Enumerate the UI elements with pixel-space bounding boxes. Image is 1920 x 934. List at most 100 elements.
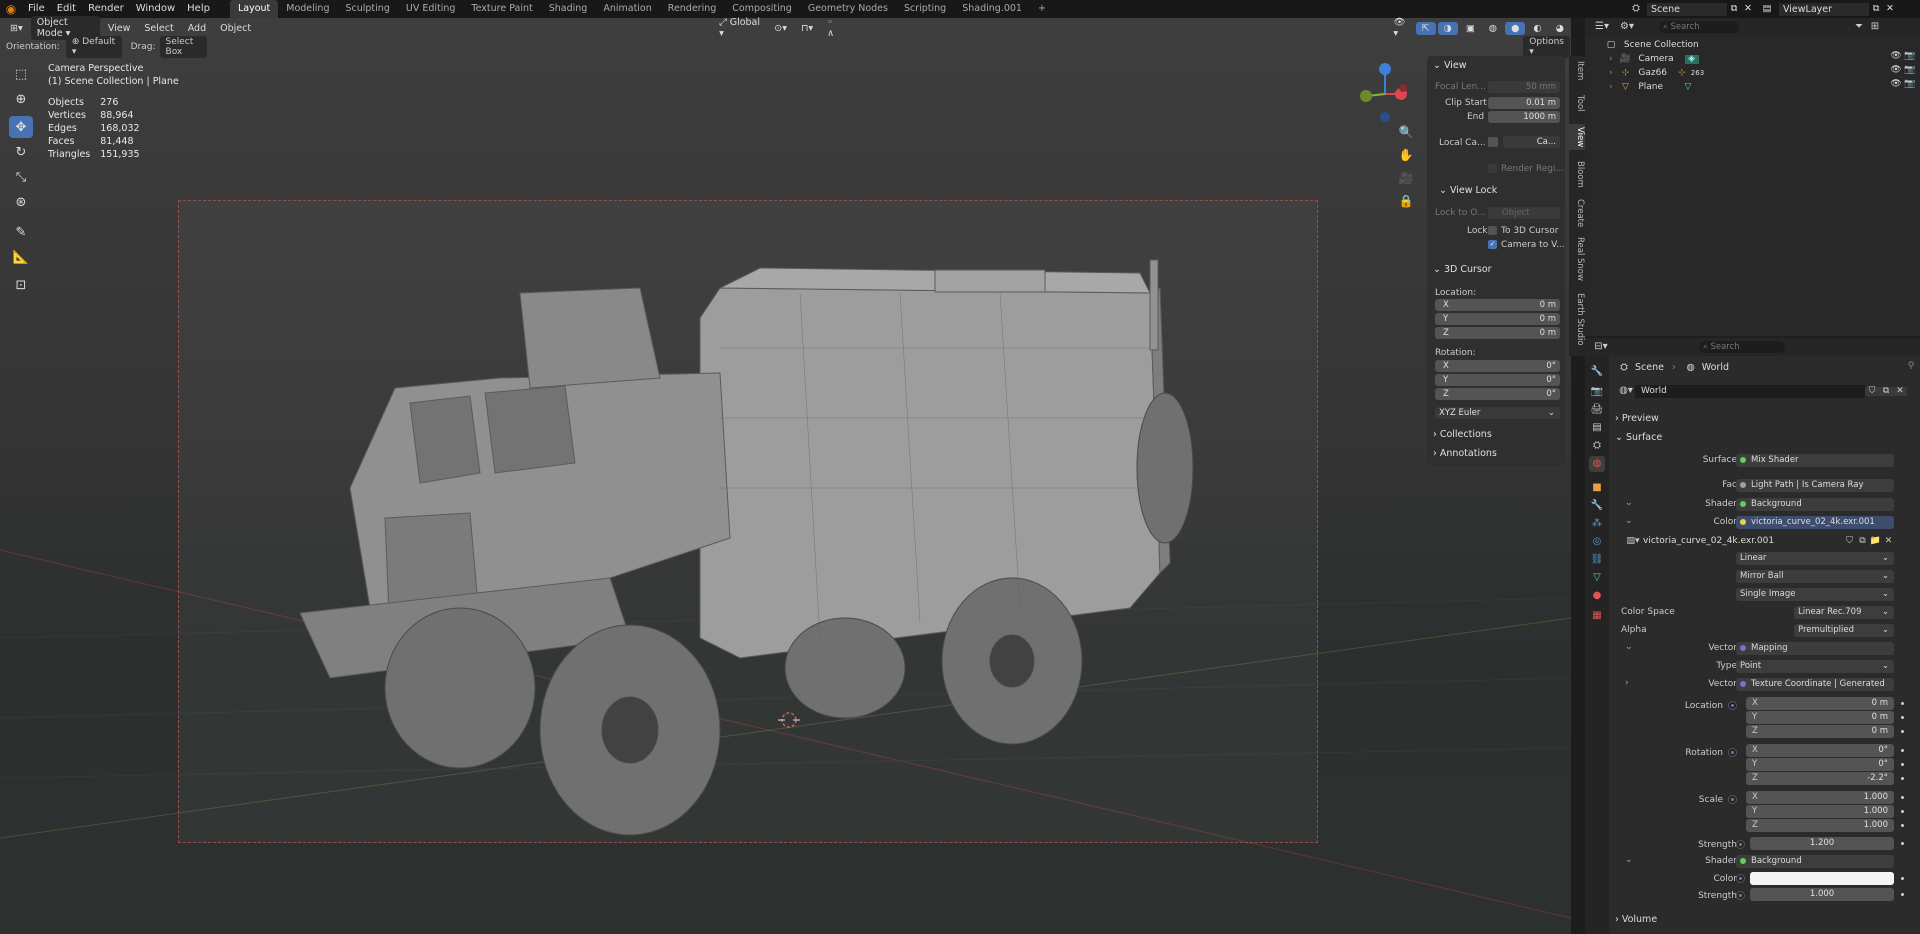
outliner-row-scene-collection[interactable]: ▢ Scene Collection bbox=[1585, 38, 1920, 52]
texture-tab-icon[interactable]: ▦ bbox=[1589, 608, 1605, 624]
constraints-tab-icon[interactable]: ⛓ bbox=[1589, 552, 1605, 568]
outliner-editor-type-icon[interactable]: ☰▾ bbox=[1589, 22, 1615, 32]
visibility-eye-icon[interactable]: 👁 bbox=[1890, 52, 1902, 61]
blender-logo-icon[interactable]: ◉ bbox=[0, 3, 22, 15]
3d-cursor-header[interactable]: ⌄ 3D Cursor bbox=[1433, 264, 1492, 275]
tab-create[interactable]: Create bbox=[1569, 196, 1585, 230]
menu-view[interactable]: View bbox=[102, 22, 137, 35]
pan-hand-icon[interactable]: ✋ bbox=[1398, 149, 1414, 161]
menu-object[interactable]: Object bbox=[214, 22, 257, 35]
tab-item[interactable]: Item bbox=[1569, 58, 1585, 83]
properties-search-input[interactable]: ⌕ Search bbox=[1699, 341, 1785, 353]
tab-tool[interactable]: Tool bbox=[1569, 92, 1585, 115]
surface-section-header[interactable]: ⌄ Surface bbox=[1615, 432, 1662, 443]
shading-rendered-icon[interactable]: ◕ bbox=[1550, 22, 1570, 35]
keyframe-dot[interactable] bbox=[1901, 842, 1904, 845]
keyframe-dot[interactable] bbox=[1901, 777, 1904, 780]
zoom-icon[interactable]: 🔍 bbox=[1398, 126, 1414, 138]
view-layer-tab-icon[interactable]: ▤ bbox=[1589, 420, 1605, 436]
keyframe-dot[interactable] bbox=[1901, 763, 1904, 766]
tab-uv-editing[interactable]: UV Editing bbox=[398, 0, 464, 18]
visibility-eye-icon[interactable]: 👁 bbox=[1890, 80, 1902, 89]
gizmo-toggle-icon[interactable]: ⇱ bbox=[1415, 21, 1436, 35]
location-z-field[interactable]: Z 0 m bbox=[1746, 725, 1894, 738]
image-unlink-icon[interactable]: ✕ bbox=[1882, 536, 1895, 546]
world-datablock-icon[interactable]: ◍▾ bbox=[1617, 386, 1635, 396]
cursor-rotation-x[interactable]: X 0° bbox=[1435, 360, 1560, 372]
alpha-dropdown[interactable]: Premultiplied ⌄ bbox=[1794, 624, 1894, 637]
delete-scene-icon[interactable]: ✕ bbox=[1741, 4, 1755, 14]
object-tab-icon[interactable]: ■ bbox=[1589, 480, 1605, 496]
move-tool-icon[interactable]: ✥ bbox=[9, 116, 33, 138]
add-cube-tool-icon[interactable]: ⊡ bbox=[9, 274, 33, 296]
delete-view-layer-icon[interactable]: ✕ bbox=[1883, 4, 1897, 14]
strength2-field[interactable]: 1.000 bbox=[1750, 888, 1894, 901]
scene-name-field[interactable]: Scene bbox=[1647, 2, 1727, 16]
drag-dropdown[interactable]: Select Box bbox=[159, 36, 208, 58]
view-layer-field[interactable]: ViewLayer bbox=[1779, 2, 1869, 16]
add-workspace-button[interactable]: + bbox=[1030, 0, 1054, 18]
select-box-tool-icon[interactable]: ⬚ bbox=[9, 63, 33, 85]
menu-help[interactable]: Help bbox=[181, 0, 216, 18]
image-duplicate-icon[interactable]: ⧉ bbox=[1856, 536, 1869, 546]
cursor-tool-icon[interactable]: ⊕ bbox=[9, 88, 33, 110]
tab-texture-paint[interactable]: Texture Paint bbox=[463, 0, 540, 18]
keyframe-dot[interactable] bbox=[1901, 749, 1904, 752]
tab-shading[interactable]: Shading bbox=[541, 0, 596, 18]
keyframe-dot[interactable] bbox=[1901, 893, 1904, 896]
measure-tool-icon[interactable]: 📐 bbox=[9, 246, 33, 268]
scale-y-field[interactable]: Y 1.000 bbox=[1746, 805, 1894, 818]
outliner-row-camera[interactable]: › 🎥 Camera ◈ 👁 📷 bbox=[1585, 52, 1920, 66]
menu-select[interactable]: Select bbox=[138, 22, 179, 35]
rotation-y-field[interactable]: Y 0° bbox=[1746, 758, 1894, 771]
local-camera-field[interactable]: Ca... bbox=[1503, 136, 1560, 148]
render-region-checkbox[interactable] bbox=[1488, 164, 1497, 173]
collections-header[interactable]: › Collections bbox=[1433, 429, 1492, 440]
cursor-location-z[interactable]: Z 0 m bbox=[1435, 327, 1560, 339]
render-tab-icon[interactable]: 📷 bbox=[1589, 384, 1605, 400]
physics-tab-icon[interactable]: ◎ bbox=[1589, 534, 1605, 550]
tab-sculpting[interactable]: Sculpting bbox=[337, 0, 397, 18]
rotate-tool-icon[interactable]: ↻ bbox=[9, 141, 33, 163]
vector2-field[interactable]: Texture Coordinate | Generated bbox=[1736, 678, 1894, 691]
tab-scripting[interactable]: Scripting bbox=[896, 0, 954, 18]
world-tab-icon[interactable]: ◍ bbox=[1589, 456, 1605, 472]
fac-input-field[interactable]: Light Path | Is Camera Ray bbox=[1736, 479, 1894, 492]
cursor-location-x[interactable]: X 0 m bbox=[1435, 299, 1560, 311]
lock-icon[interactable]: 🔒 bbox=[1398, 195, 1414, 207]
focal-length-field[interactable]: 50 mm bbox=[1488, 81, 1560, 93]
cursor-location-y[interactable]: Y 0 m bbox=[1435, 313, 1560, 325]
options-dropdown[interactable]: Options ▾ bbox=[1523, 36, 1570, 58]
keyframe-dot[interactable] bbox=[1901, 702, 1904, 705]
lock-to-object-field[interactable]: Object bbox=[1488, 207, 1560, 219]
annotations-header[interactable]: › Annotations bbox=[1433, 448, 1497, 459]
annotate-tool-icon[interactable]: ✎ bbox=[9, 221, 33, 243]
material-tab-icon[interactable]: ● bbox=[1589, 588, 1605, 604]
keyframe-dot[interactable] bbox=[1901, 877, 1904, 880]
keyframe-dot[interactable] bbox=[1901, 730, 1904, 733]
proportional-edit-icon[interactable]: ◦ ∧ bbox=[821, 16, 846, 40]
outliner-row-gaz66[interactable]: › ⊹ Gaz66 ⊹ 263 👁 📷 bbox=[1585, 66, 1920, 80]
surface-shader-field[interactable]: Mix Shader bbox=[1736, 454, 1894, 467]
shader1-expand-icon[interactable]: ⌄ bbox=[1625, 498, 1633, 508]
shader2-expand-icon[interactable]: ⌄ bbox=[1625, 855, 1633, 865]
visibility-icon[interactable]: 👁▾ bbox=[1387, 16, 1413, 40]
image-fake-user-icon[interactable]: ⛉ bbox=[1843, 536, 1856, 546]
shading-material-icon[interactable]: ◐ bbox=[1527, 22, 1547, 35]
image-name-field[interactable]: victoria_curve_02_4k.exr.001 bbox=[1643, 536, 1843, 546]
tab-modeling[interactable]: Modeling bbox=[278, 0, 337, 18]
editor-type-button[interactable]: ⊞▾ bbox=[4, 22, 29, 35]
tab-shading-001[interactable]: Shading.001 bbox=[954, 0, 1030, 18]
tab-view[interactable]: View bbox=[1569, 124, 1585, 151]
scale-z-field[interactable]: Z 1.000 bbox=[1746, 819, 1894, 832]
shading-wireframe-icon[interactable]: ◍ bbox=[1483, 22, 1503, 35]
tab-layout[interactable]: Layout bbox=[229, 0, 279, 18]
tab-real-snow[interactable]: Real Snow bbox=[1569, 234, 1585, 284]
render-camera-icon[interactable]: 📷 bbox=[1904, 80, 1916, 89]
fake-user-icon[interactable]: ⛉ bbox=[1865, 386, 1879, 396]
tool-tab-icon[interactable]: 🔧 bbox=[1589, 364, 1605, 380]
transform-orientation-dropdown[interactable]: ⤢ Global ▾ bbox=[713, 16, 766, 40]
location-socket-icon[interactable] bbox=[1728, 701, 1737, 710]
tab-geometry-nodes[interactable]: Geometry Nodes bbox=[800, 0, 896, 18]
camera-view-icon[interactable]: 🎥 bbox=[1398, 172, 1414, 184]
